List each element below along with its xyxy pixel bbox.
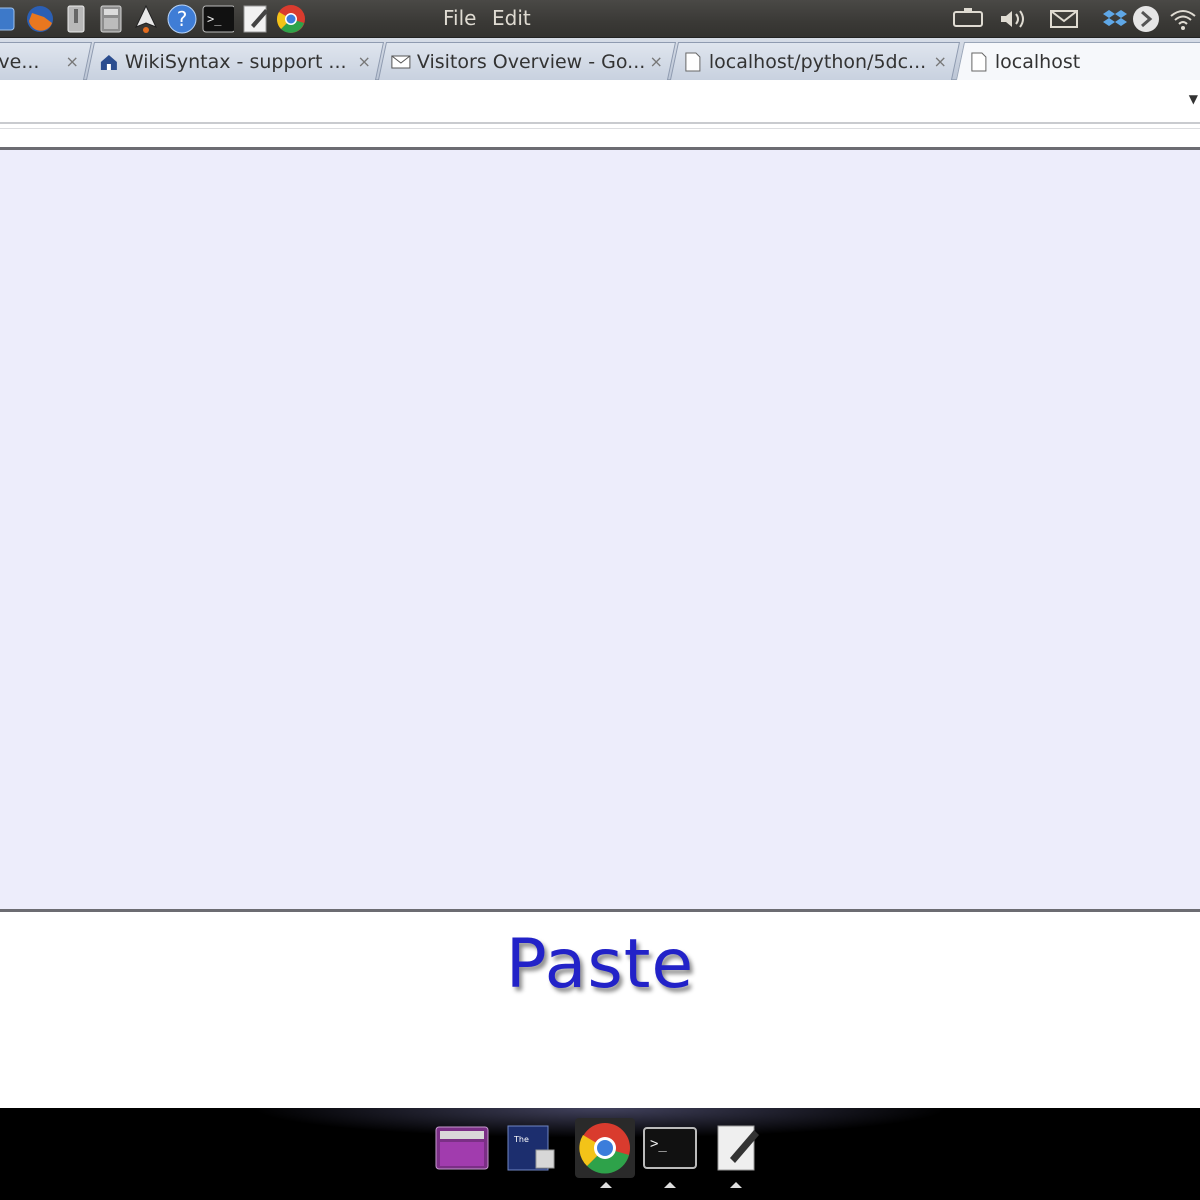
calendar-app-icon[interactable]: The bbox=[500, 1118, 560, 1178]
tab-title: localhost/python/5dc... bbox=[708, 50, 927, 73]
wifi-icon[interactable] bbox=[1166, 4, 1200, 34]
menu-edit[interactable]: Edit bbox=[492, 6, 531, 30]
close-icon[interactable]: × bbox=[65, 52, 78, 71]
chrome-icon[interactable] bbox=[275, 3, 307, 35]
dock: The >_ bbox=[0, 1108, 1200, 1200]
home-icon bbox=[99, 52, 119, 72]
svg-text:>_: >_ bbox=[207, 12, 222, 26]
close-icon[interactable]: × bbox=[649, 52, 662, 71]
svg-text:?: ? bbox=[177, 7, 188, 31]
paste-label: Paste bbox=[505, 925, 695, 1004]
power-icon[interactable] bbox=[1130, 4, 1162, 34]
tab-title: localhost bbox=[994, 50, 1081, 73]
volume-icon[interactable] bbox=[996, 4, 1030, 34]
tab[interactable]: erve... × bbox=[0, 42, 93, 80]
dropbox-icon[interactable] bbox=[1100, 4, 1130, 34]
svg-text:The: The bbox=[513, 1135, 529, 1144]
tab-strip: erve... × WikiSyntax - support ... × Vis… bbox=[0, 38, 1200, 80]
running-indicator bbox=[664, 1182, 676, 1188]
browser-toolbar: ▼ bbox=[0, 80, 1200, 146]
inkscape-icon[interactable] bbox=[130, 3, 162, 35]
chrome-icon[interactable] bbox=[575, 1118, 635, 1178]
close-icon[interactable]: × bbox=[933, 52, 946, 71]
mail-icon bbox=[391, 52, 411, 72]
top-panel: ? >_ File Edit bbox=[0, 0, 1200, 38]
running-indicator bbox=[730, 1182, 742, 1188]
toolbar-divider bbox=[0, 128, 1200, 129]
video-player-icon[interactable] bbox=[432, 1118, 492, 1178]
close-icon[interactable]: × bbox=[357, 52, 370, 71]
svg-text:>_: >_ bbox=[650, 1136, 667, 1152]
running-indicator bbox=[600, 1182, 612, 1188]
tab-active[interactable]: localhost bbox=[955, 42, 1200, 80]
tab[interactable]: Visitors Overview - Go... × bbox=[377, 42, 677, 80]
toolbar-divider bbox=[0, 122, 1200, 124]
terminal-icon[interactable]: >_ bbox=[202, 3, 234, 35]
terminal-icon[interactable]: >_ bbox=[640, 1118, 700, 1178]
text-editor-icon[interactable] bbox=[240, 3, 272, 35]
chevron-down-icon[interactable]: ▼ bbox=[1189, 92, 1198, 106]
menu-file[interactable]: File bbox=[443, 6, 476, 30]
text-editor-icon[interactable] bbox=[706, 1118, 766, 1178]
page-icon bbox=[683, 52, 703, 72]
page-icon bbox=[969, 52, 989, 72]
tab-title: Visitors Overview - Go... bbox=[416, 50, 644, 73]
tab-title: erve... bbox=[0, 50, 40, 73]
firefox-icon[interactable] bbox=[24, 3, 56, 35]
mail-icon[interactable] bbox=[1046, 4, 1082, 34]
tab[interactable]: localhost/python/5dc... × bbox=[669, 42, 961, 80]
help-icon[interactable]: ? bbox=[166, 3, 198, 35]
tab[interactable]: WikiSyntax - support ... × bbox=[85, 42, 385, 80]
archive-icon[interactable] bbox=[60, 3, 92, 35]
paste-area[interactable] bbox=[0, 147, 1200, 912]
keyboard-icon[interactable] bbox=[950, 4, 986, 34]
tab-title: WikiSyntax - support ... bbox=[124, 50, 347, 73]
app-icon[interactable] bbox=[0, 3, 18, 35]
calculator-icon[interactable] bbox=[95, 3, 127, 35]
